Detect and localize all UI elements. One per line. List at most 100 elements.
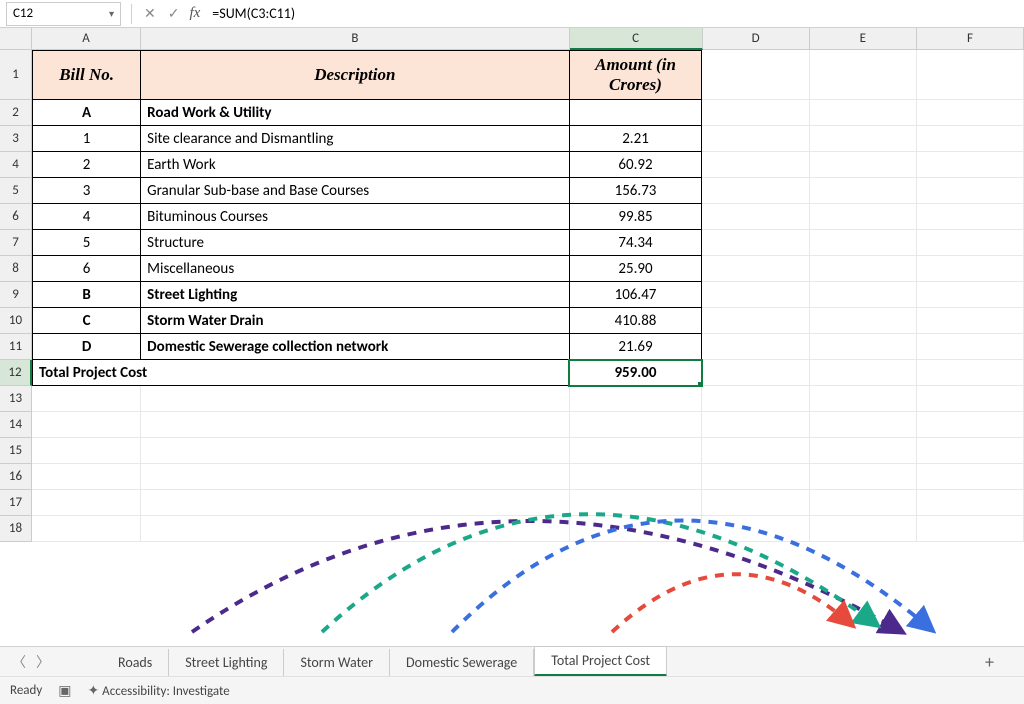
cell-B16[interactable] [141,464,569,490]
row-header-17[interactable]: 17 [0,490,32,516]
cell-F14[interactable] [917,412,1024,438]
cell-C18[interactable] [570,516,703,542]
cell-B2[interactable]: Road Work & Utility [141,100,569,126]
cell-D11[interactable] [702,334,809,360]
add-sheet-button[interactable]: + [969,651,1010,673]
cell-D6[interactable] [702,204,809,230]
cell-C11[interactable]: 21.69 [570,334,703,360]
cell-C15[interactable] [570,438,703,464]
cell-D1[interactable] [702,50,809,100]
cell-B13[interactable] [141,386,569,412]
macro-record-icon[interactable]: ▣ [58,682,71,699]
cell-C13[interactable] [570,386,703,412]
row-header-3[interactable]: 3 [0,126,32,152]
cell-F16[interactable] [917,464,1024,490]
row-header-4[interactable]: 4 [0,152,32,178]
cell-A7[interactable]: 5 [32,230,141,256]
cell-B11[interactable]: Domestic Sewerage collection network [141,334,569,360]
cell-E4[interactable] [810,152,917,178]
col-header-D[interactable]: D [703,28,810,50]
cell-D18[interactable] [702,516,809,542]
row-header-1[interactable]: 1 [0,50,32,100]
cell-E6[interactable] [810,204,917,230]
cell-C9[interactable]: 106.47 [570,282,703,308]
row-header-8[interactable]: 8 [0,256,32,282]
cell-B10[interactable]: Storm Water Drain [141,308,569,334]
select-all-corner[interactable] [0,28,32,50]
cell-D13[interactable] [702,386,809,412]
cell-D8[interactable] [702,256,809,282]
cell-E14[interactable] [810,412,917,438]
row-header-14[interactable]: 14 [0,412,32,438]
cell-B18[interactable] [141,516,569,542]
cell-F5[interactable] [917,178,1024,204]
cell-C1[interactable]: Amount (in Crores) [570,50,703,100]
cell-D12[interactable] [702,360,809,386]
cell-A2[interactable]: A [32,100,141,126]
cell-B4[interactable]: Earth Work [141,152,569,178]
cell-F3[interactable] [917,126,1024,152]
cell-A9[interactable]: B [32,282,141,308]
cell-F11[interactable] [917,334,1024,360]
sheet-tab-roads[interactable]: Roads [102,649,169,676]
cell-A6[interactable]: 4 [32,204,141,230]
cell-F1[interactable] [917,50,1024,100]
sheet-tab-total-project-cost[interactable]: Total Project Cost [534,646,667,677]
cell-A15[interactable] [32,438,141,464]
cell-B1[interactable]: Description [141,50,569,100]
cell-A11[interactable]: D [32,334,141,360]
row-header-18[interactable]: 18 [0,516,32,542]
cell-D4[interactable] [702,152,809,178]
row-header-13[interactable]: 13 [0,386,32,412]
col-header-F[interactable]: F [917,28,1024,50]
cell-A5[interactable]: 3 [32,178,141,204]
cell-E11[interactable] [810,334,917,360]
cell-A18[interactable] [32,516,141,542]
cell-E8[interactable] [810,256,917,282]
cell-E1[interactable] [810,50,917,100]
cell-D3[interactable] [702,126,809,152]
cell-C17[interactable] [570,490,703,516]
cell-D15[interactable] [702,438,809,464]
row-header-11[interactable]: 11 [0,334,32,360]
cell-B17[interactable] [141,490,569,516]
cell-A1[interactable]: Bill No. [32,50,141,100]
tab-prev-icon[interactable]: 〈 [10,652,28,672]
cell-F13[interactable] [917,386,1024,412]
cell-F12[interactable] [917,360,1024,386]
cell-A16[interactable] [32,464,141,490]
cell-D16[interactable] [702,464,809,490]
row-header-10[interactable]: 10 [0,308,32,334]
cell-D14[interactable] [702,412,809,438]
col-header-C[interactable]: C [570,28,703,50]
cell-F9[interactable] [917,282,1024,308]
fx-icon[interactable]: fx [185,5,208,22]
cell-F4[interactable] [917,152,1024,178]
cell-C7[interactable]: 74.34 [570,230,703,256]
row-header-16[interactable]: 16 [0,464,32,490]
tab-next-icon[interactable]: 〉 [34,652,52,672]
cell-B6[interactable]: Bituminous Courses [141,204,569,230]
col-header-B[interactable]: B [141,28,570,50]
cell-E15[interactable] [810,438,917,464]
cell-E9[interactable] [810,282,917,308]
cell-C5[interactable]: 156.73 [570,178,703,204]
cell-D9[interactable] [702,282,809,308]
row-header-7[interactable]: 7 [0,230,32,256]
sheet-tab-storm-water[interactable]: Storm Water [284,649,390,676]
cell-E12[interactable] [810,360,917,386]
cell-C14[interactable] [570,412,703,438]
cell-E18[interactable] [810,516,917,542]
cell-F17[interactable] [917,490,1024,516]
formula-input[interactable]: =SUM(C3:C11) [208,5,1024,22]
cell-E17[interactable] [810,490,917,516]
row-header-12[interactable]: 12 [0,360,32,386]
cell-D7[interactable] [702,230,809,256]
cell-C2[interactable] [570,100,703,126]
cell-E13[interactable] [810,386,917,412]
cell-C12[interactable]: 959.00 [569,360,702,386]
cell-A12[interactable]: Total Project Cost [32,360,569,386]
cell-D10[interactable] [702,308,809,334]
cell-F8[interactable] [917,256,1024,282]
cell-B3[interactable]: Site clearance and Dismantling [141,126,569,152]
